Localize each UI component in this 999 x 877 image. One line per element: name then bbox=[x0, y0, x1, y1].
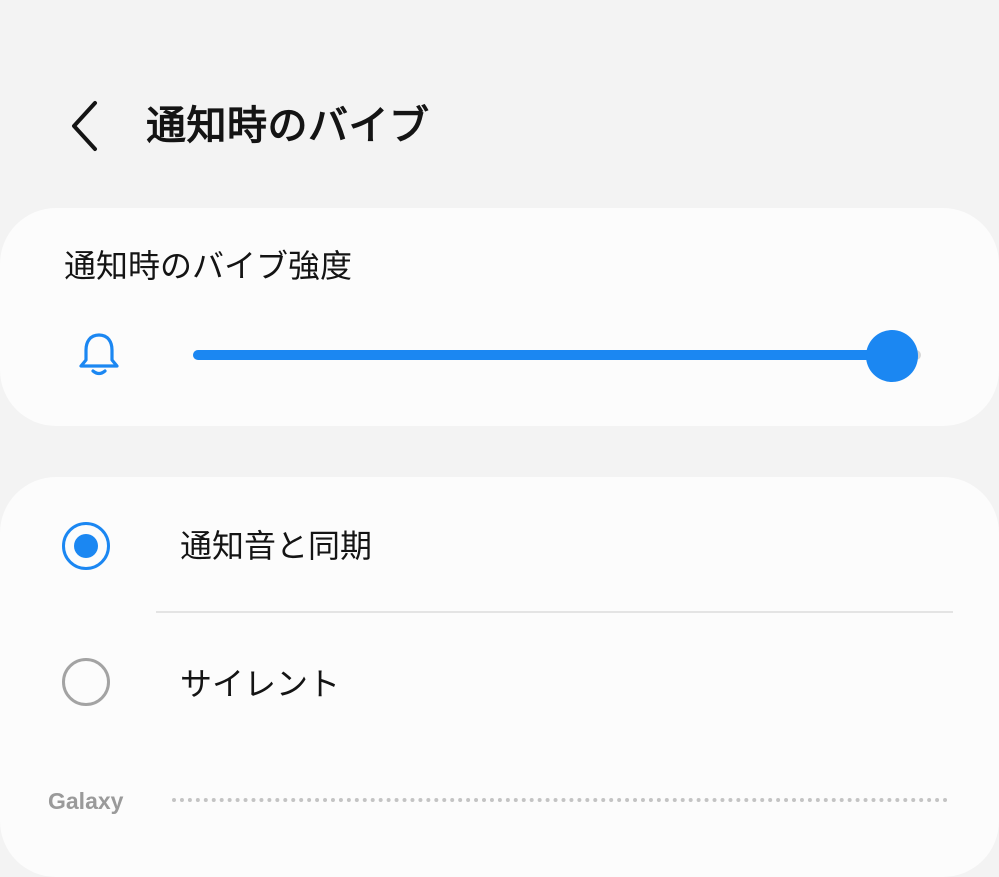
divider bbox=[156, 611, 953, 613]
slider-thumb[interactable] bbox=[865, 330, 918, 382]
watermark-text: Galaxy bbox=[48, 788, 124, 814]
back-button[interactable] bbox=[52, 92, 116, 160]
bell-icon bbox=[79, 333, 119, 376]
chevron-left-icon bbox=[72, 101, 97, 151]
option-sync-label: 通知音と同期 bbox=[180, 527, 373, 565]
page-title: 通知時のバイブ bbox=[146, 103, 430, 149]
intensity-label: 通知時のバイブ強度 bbox=[64, 247, 353, 285]
option-silent[interactable]: サイレント bbox=[0, 616, 999, 752]
option-silent-label: サイレント bbox=[180, 665, 341, 703]
vibration-intensity-slider[interactable] bbox=[193, 330, 921, 382]
slider-fill bbox=[193, 350, 892, 360]
option-sync-with-sound[interactable]: 通知音と同期 bbox=[0, 478, 999, 614]
radio-sync-selected[interactable] bbox=[62, 522, 110, 570]
header-bar: 通知時のバイブ bbox=[0, 0, 999, 210]
radio-silent-unselected[interactable] bbox=[62, 658, 110, 706]
intensity-card bbox=[0, 208, 999, 426]
watermark-dotted-line bbox=[172, 798, 948, 802]
